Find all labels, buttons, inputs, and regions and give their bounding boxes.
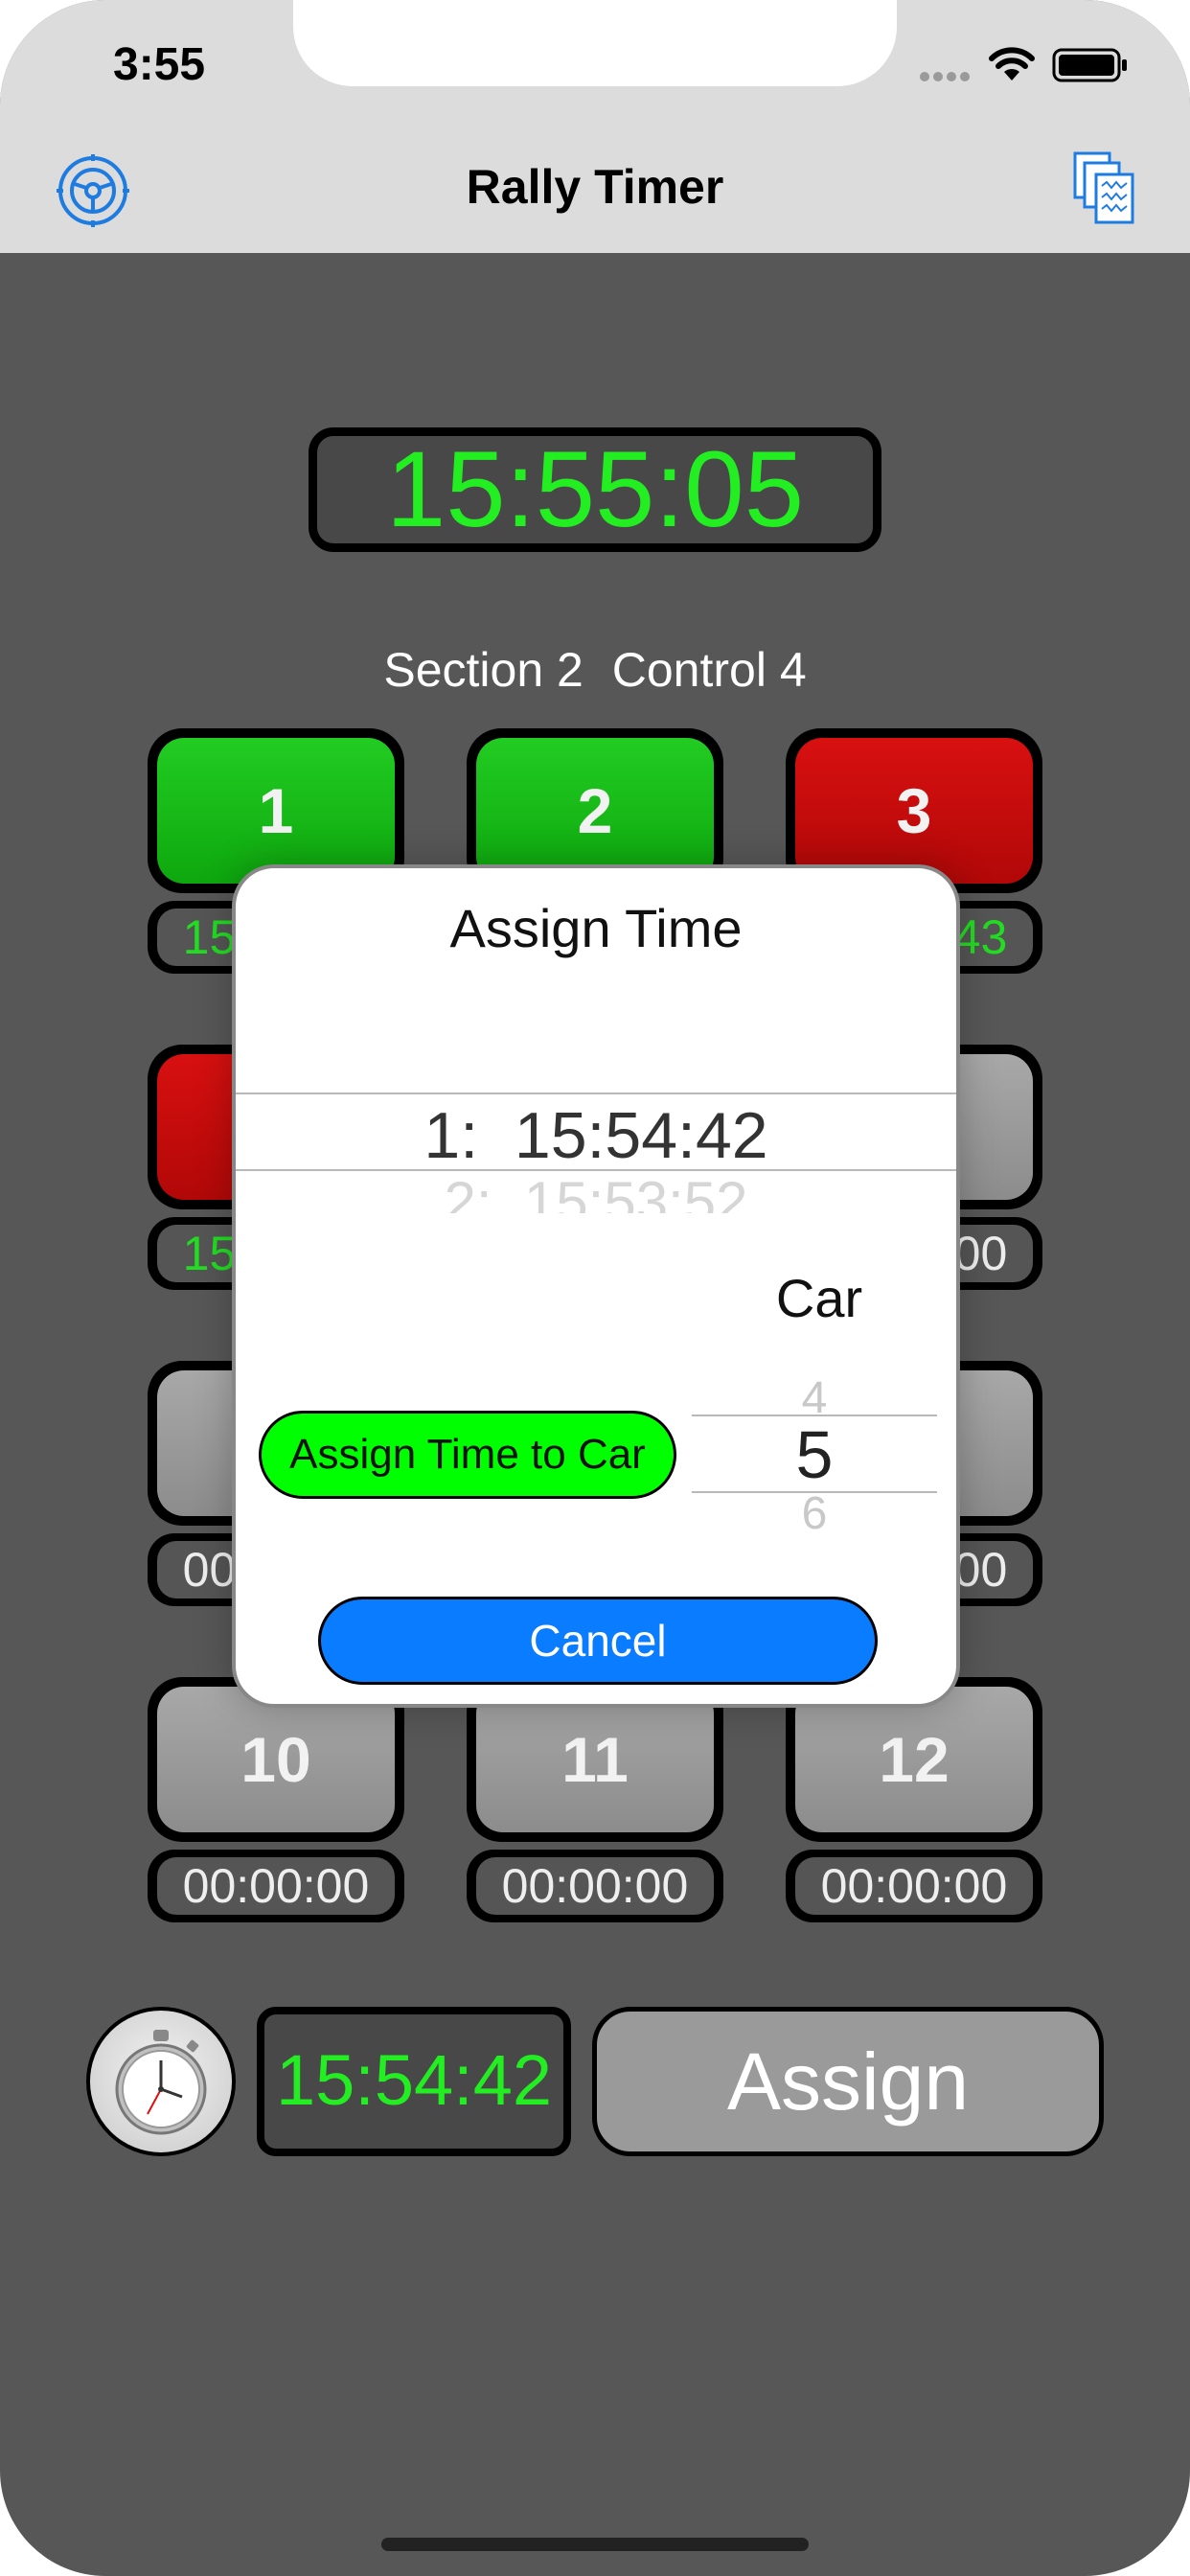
section-control-label: Section 2 Control 4 bbox=[0, 642, 1190, 698]
status-time: 3:55 bbox=[113, 39, 206, 90]
car-picker-label: Car bbox=[775, 1268, 863, 1328]
status-bar: 3:55 bbox=[0, 0, 1190, 126]
stopwatch-button[interactable] bbox=[86, 2007, 236, 2156]
cellular-signal-icon bbox=[920, 69, 973, 86]
documents-icon[interactable] bbox=[1073, 151, 1136, 226]
assign-time-to-car-button[interactable]: Assign Time to Car bbox=[259, 1411, 676, 1499]
time-picker-option[interactable]: 2: 15:53:52 bbox=[236, 1169, 956, 1213]
stopwatch-icon bbox=[115, 2030, 207, 2135]
car-time-value: 00:00:00 bbox=[157, 1857, 395, 1915]
car-picker-option[interactable]: 6 bbox=[692, 1495, 937, 1530]
car-number-label: 12 bbox=[795, 1687, 1033, 1832]
time-picker-option-selected[interactable]: 1: 15:54:42 bbox=[236, 1098, 956, 1173]
car-time-value: 00:00:00 bbox=[795, 1857, 1033, 1915]
car-number-label: 10 bbox=[157, 1687, 395, 1832]
picker-selection-line-top bbox=[236, 1092, 956, 1094]
assign-button[interactable]: Assign bbox=[592, 2007, 1104, 2156]
car-time-display-12: 00:00:00 bbox=[786, 1850, 1042, 1922]
car-selection-line-top bbox=[692, 1414, 937, 1416]
car-time-display-11: 00:00:00 bbox=[467, 1850, 723, 1922]
time-picker[interactable]: 1: 15:54:42 2: 15:53:52 bbox=[236, 1089, 956, 1213]
assign-time-dialog: Assign Time 1: 15:54:42 2: 15:53:52 Car … bbox=[232, 864, 960, 1708]
control-text: Control 4 bbox=[611, 643, 807, 697]
car-picker-option[interactable]: 4 bbox=[692, 1370, 937, 1413]
notch bbox=[293, 0, 897, 86]
wifi-icon bbox=[989, 47, 1035, 80]
car-picker[interactable]: 4 5 6 bbox=[692, 1367, 937, 1530]
cancel-button[interactable]: Cancel bbox=[318, 1597, 878, 1685]
navigation-bar: Rally Timer bbox=[0, 126, 1190, 253]
car-picker-option-selected[interactable]: 5 bbox=[692, 1418, 937, 1491]
car-time-display-10: 00:00:00 bbox=[148, 1850, 404, 1922]
dialog-title: Assign Time bbox=[449, 898, 743, 958]
car-number-label: 2 bbox=[476, 738, 714, 884]
phone-screen: 3:55 Rally Timer 15:55:05 Section 2 Cont… bbox=[0, 0, 1190, 2576]
car-number-label: 3 bbox=[795, 738, 1033, 884]
section-text: Section 2 bbox=[383, 643, 584, 697]
home-indicator bbox=[381, 2538, 809, 2551]
car-number-label: 11 bbox=[476, 1687, 714, 1832]
car-selection-line-bottom bbox=[692, 1491, 937, 1493]
battery-icon bbox=[1052, 48, 1127, 82]
nav-title: Rally Timer bbox=[466, 160, 724, 214]
main-clock: 15:55:05 bbox=[309, 427, 881, 552]
car-time-value: 00:00:00 bbox=[476, 1857, 714, 1915]
last-captured-time: 15:54:42 bbox=[257, 2007, 571, 2156]
car-number-label: 1 bbox=[157, 738, 395, 884]
